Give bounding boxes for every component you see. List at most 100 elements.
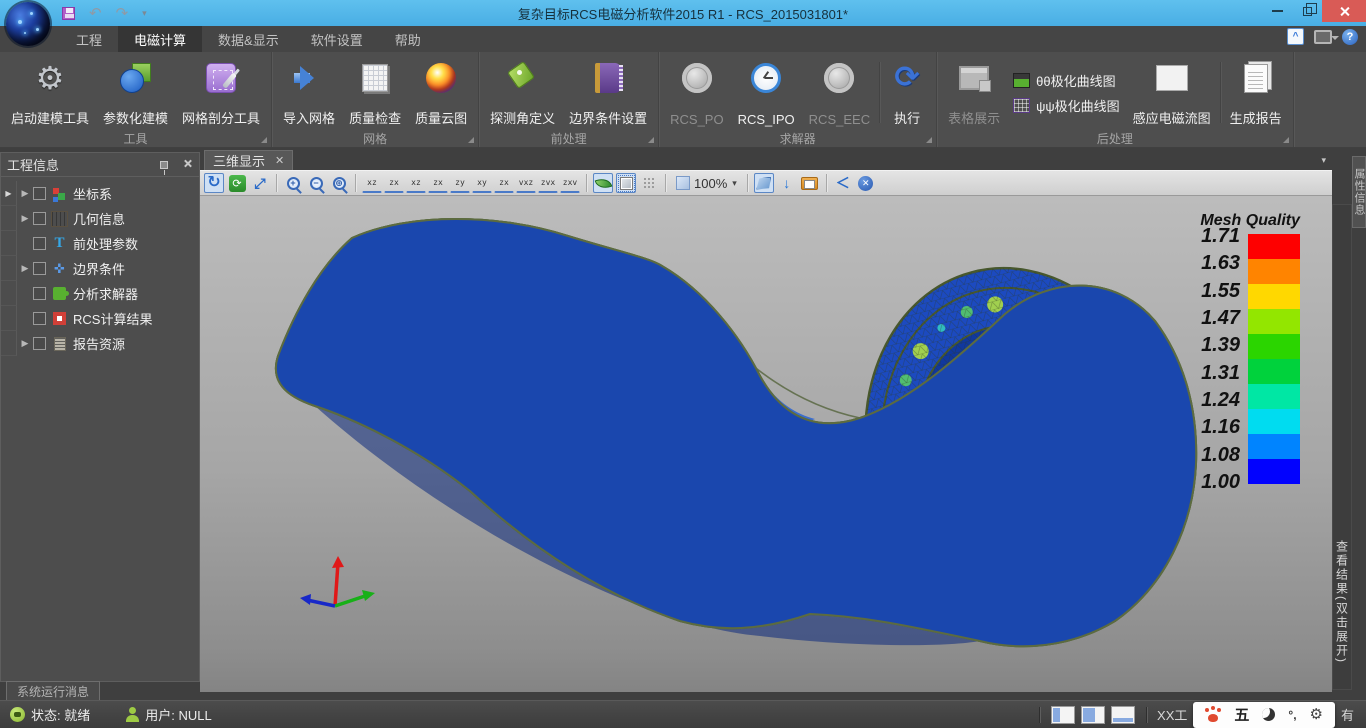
tree-item-checkbox[interactable] — [33, 212, 46, 225]
pan-button[interactable]: ⤢ — [250, 173, 270, 193]
gutter-arrow-icon[interactable]: ▶ — [1, 181, 17, 206]
rcs-ipo-button[interactable]: RCS_IPO — [731, 56, 802, 129]
zoom-in-button[interactable]: + — [283, 173, 303, 193]
tab-data-display[interactable]: 数据&显示 — [202, 26, 295, 52]
induced-current-map-button[interactable]: 感应电磁流图 — [1126, 56, 1218, 129]
green-tag-icon — [506, 61, 540, 95]
group-expand-icon[interactable] — [1283, 137, 1289, 143]
rcs-eec-button[interactable]: RCS_EEC — [802, 56, 877, 129]
save-icon[interactable] — [62, 7, 75, 20]
tab-3d-display[interactable]: 三维显示 ✕ — [204, 150, 293, 170]
layout-split-button[interactable] — [1081, 706, 1105, 724]
view-results-strip[interactable]: 查看结果(双击展开) — [1332, 204, 1352, 690]
clear-view-button[interactable]: ✕ — [856, 173, 876, 193]
expand-arrow-icon[interactable]: ▶ — [17, 263, 33, 274]
shaded-view-button[interactable] — [593, 173, 613, 193]
pin-icon[interactable] — [160, 161, 168, 169]
tab-help[interactable]: 帮助 — [379, 26, 437, 52]
restore-button[interactable] — [1292, 0, 1322, 22]
quality-check-button[interactable]: 质量检查 — [342, 56, 408, 129]
snapshot-button[interactable] — [800, 173, 820, 193]
tree-item-report-resources[interactable]: ▶ 报告资源 — [1, 331, 199, 356]
quick-access-caret-icon[interactable]: ▾ — [142, 8, 147, 19]
tab-project[interactable]: 工程 — [60, 26, 118, 52]
tree-item-rcs-results[interactable]: RCS计算结果 — [1, 306, 199, 331]
tree-item-preprocess-params[interactable]: T 前处理参数 — [1, 231, 199, 256]
mesh-partition-tool-button[interactable]: 网格剖分工具 — [175, 56, 267, 129]
axis-view-button[interactable]: xz — [406, 173, 426, 193]
table-display-button[interactable]: 表格展示 — [941, 56, 1007, 129]
tree-item-checkbox[interactable] — [33, 237, 46, 250]
orbit-button[interactable]: ⟳ — [227, 173, 247, 193]
axis-view-button[interactable]: zx — [428, 173, 448, 193]
tree-item-checkbox[interactable] — [33, 287, 46, 300]
generate-report-button[interactable]: 生成报告 — [1223, 56, 1289, 129]
app-logo-icon[interactable] — [6, 2, 50, 46]
tab-settings[interactable]: 软件设置 — [295, 26, 379, 52]
group-expand-icon[interactable] — [261, 137, 267, 143]
tree-item-checkbox[interactable] — [33, 262, 46, 275]
axis-view-button[interactable]: xz — [362, 173, 382, 193]
panel-close-icon[interactable] — [182, 159, 193, 170]
rcs-po-button[interactable]: RCS_PO — [663, 56, 730, 129]
axis-view-button[interactable]: zx — [494, 173, 514, 193]
expand-arrow-icon[interactable]: ▶ — [17, 338, 33, 349]
psi-polarization-curve-button[interactable]: ψψ极化曲线图 — [1013, 96, 1120, 115]
expand-arrow-icon[interactable]: ▶ — [17, 188, 33, 199]
redo-icon[interactable]: ↷ — [116, 6, 129, 21]
axis-view-button[interactable]: zx — [384, 173, 404, 193]
viewport-3d[interactable]: Mesh Quality 1.711.631.551.471.391.311.2… — [200, 196, 1332, 692]
property-info-tab[interactable]: 属性信息 — [1352, 156, 1366, 228]
tab-list-caret-icon[interactable]: ▾ — [1321, 155, 1326, 166]
tree-item-geometry-info[interactable]: ▶ 几何信息 — [1, 206, 199, 231]
tab-em-compute[interactable]: 电磁计算 — [118, 26, 202, 52]
layout-bottom-panel-button[interactable] — [1111, 706, 1135, 724]
share-button[interactable]: ＜ — [833, 173, 853, 193]
quality-cloud-button[interactable]: 质量云图 — [408, 56, 474, 129]
axis-view-button[interactable]: zxv — [560, 173, 580, 193]
group-expand-icon[interactable] — [926, 137, 932, 143]
minimize-button[interactable] — [1262, 0, 1292, 22]
tree-item-analysis-solver[interactable]: 分析求解器 — [1, 281, 199, 306]
execute-button[interactable]: ⟳ 执行 — [882, 56, 932, 129]
select-face-button[interactable] — [754, 173, 774, 193]
opacity-control[interactable]: 100% ▾ — [672, 176, 741, 191]
group-expand-icon[interactable] — [648, 137, 654, 143]
axis-view-button[interactable]: zy — [450, 173, 470, 193]
expand-arrow-icon[interactable]: ▶ — [17, 213, 33, 224]
axis-view-button[interactable]: xy — [472, 173, 492, 193]
launch-modeling-tool-button[interactable]: ⚙ 启动建模工具 — [4, 56, 96, 129]
group-expand-icon[interactable] — [468, 137, 474, 143]
tab-close-icon[interactable]: ✕ — [275, 154, 284, 167]
tree-item-coordinate-system[interactable]: ▶ ▶ 坐标系 — [1, 181, 199, 206]
tree-item-checkbox[interactable] — [33, 312, 46, 325]
rotate-view-button[interactable]: ↻ — [204, 173, 224, 193]
tree-item-checkbox[interactable] — [33, 187, 46, 200]
zoom-fit-button[interactable]: ⊕ — [329, 173, 349, 193]
tree-item-checkbox[interactable] — [33, 337, 46, 350]
ime-mode-char[interactable]: 五 — [1234, 704, 1249, 725]
ime-moon-icon[interactable] — [1262, 708, 1275, 721]
parametric-modeling-button[interactable]: 参数化建模 — [96, 56, 175, 129]
tree-item-boundary-conditions[interactable]: ▶ ✜ 边界条件 — [1, 256, 199, 281]
boundary-condition-settings-button[interactable]: 边界条件设置 — [562, 56, 654, 129]
close-button[interactable] — [1322, 0, 1366, 22]
ime-paw-icon[interactable] — [1205, 708, 1221, 722]
ime-settings-gear-icon[interactable]: ⚙ — [1310, 707, 1323, 722]
layout-left-panel-button[interactable] — [1051, 706, 1075, 724]
import-view-button[interactable]: ↓ — [777, 173, 797, 193]
points-view-button[interactable] — [639, 173, 659, 193]
wireframe-view-button[interactable] — [616, 173, 636, 193]
undo-icon[interactable]: ↶ — [89, 6, 102, 21]
display-device-icon[interactable] — [1314, 30, 1332, 44]
zoom-out-button[interactable]: − — [306, 173, 326, 193]
collapse-ribbon-icon[interactable]: ^ — [1287, 28, 1304, 45]
axis-view-button[interactable]: zvx — [538, 173, 558, 193]
axis-view-button[interactable]: vxz — [516, 173, 536, 193]
theta-polarization-curve-button[interactable]: θθ极化曲线图 — [1013, 71, 1120, 90]
ime-punctuation-icon[interactable]: °, — [1288, 708, 1296, 722]
system-messages-tab[interactable]: 系统运行消息 — [6, 681, 100, 700]
help-icon[interactable]: ? — [1342, 29, 1358, 45]
probe-angle-button[interactable]: 探测角定义 — [483, 56, 562, 129]
import-mesh-button[interactable]: 导入网格 — [276, 56, 342, 129]
